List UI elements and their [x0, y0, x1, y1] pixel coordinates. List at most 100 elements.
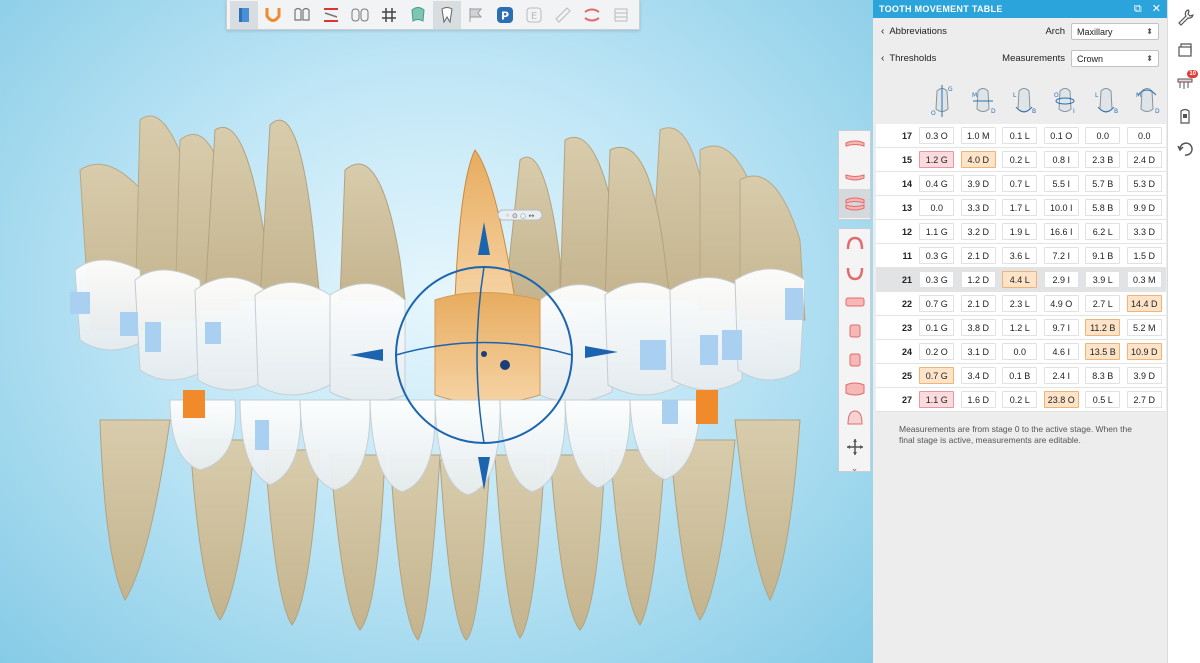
movement-cell[interactable]: 3.1 D [960, 343, 996, 360]
movement-cell[interactable]: 0.3 G [919, 271, 955, 288]
movement-cell[interactable]: 1.2 G [919, 151, 955, 168]
movement-cell[interactable]: 0.2 O [919, 343, 955, 360]
movement-cell[interactable]: 2.7 L [1085, 295, 1121, 312]
table-row[interactable]: 17 0.3 O 1.0 M 0.1 L 0.1 O 0.0 0.0 [876, 124, 1166, 148]
book-icon[interactable] [230, 0, 258, 29]
3d-viewport[interactable]: ◦ ⊙ ◌ ↔ [0, 0, 873, 663]
left-view-icon[interactable] [839, 345, 870, 374]
front-view-icon[interactable] [839, 287, 870, 316]
movement-cell[interactable]: 13.5 B [1085, 343, 1121, 360]
movement-cell[interactable]: 0.7 G [919, 367, 955, 384]
movement-cell[interactable]: 1.1 G [919, 223, 955, 240]
movement-cell[interactable]: 6.2 L [1085, 223, 1121, 240]
movement-cell[interactable]: 3.3 D [1126, 223, 1162, 240]
layers-icon[interactable] [1168, 33, 1200, 66]
table-row[interactable]: 12 1.1 G 3.2 D 1.9 L 16.6 I 6.2 L 3.3 D [876, 220, 1166, 244]
movement-cell[interactable]: 5.3 D [1126, 175, 1162, 192]
ruler-icon[interactable] [549, 1, 577, 29]
movement-cell[interactable]: 1.9 L [1002, 223, 1038, 240]
p-icon[interactable]: P [491, 1, 519, 29]
movement-cell[interactable]: 5.7 B [1085, 175, 1121, 192]
grid-icon[interactable] [375, 1, 403, 29]
e-icon[interactable]: E [520, 1, 548, 29]
movement-cell[interactable]: 0.3 G [919, 247, 955, 264]
table-row[interactable]: 24 0.2 O 3.1 D 0.0 4.6 I 13.5 B 10.9 D [876, 340, 1166, 364]
movement-cell[interactable]: 16.6 I [1043, 223, 1079, 240]
movement-cell[interactable]: 8.3 B [1085, 367, 1121, 384]
right-view-icon[interactable] [839, 316, 870, 345]
movement-cell[interactable]: 4.6 I [1043, 343, 1079, 360]
movement-cell[interactable]: 10.9 D [1126, 343, 1162, 360]
bite-split-icon[interactable] [317, 1, 345, 29]
movement-cell[interactable]: 0.2 L [1002, 391, 1038, 408]
thresholds-link[interactable]: Thresholds [889, 53, 1002, 64]
movement-cell[interactable]: 1.5 D [1126, 247, 1162, 264]
movement-cell[interactable]: 5.8 B [1085, 199, 1121, 216]
tooth-overlay-icon[interactable] [404, 1, 432, 29]
movement-cell[interactable]: 0.0 [1002, 343, 1038, 360]
movement-cell[interactable]: 3.8 D [960, 319, 996, 336]
movement-cell[interactable]: 3.3 D [960, 199, 996, 216]
lower-arch-view-icon[interactable] [839, 160, 870, 189]
movement-cell[interactable]: 0.5 L [1085, 391, 1121, 408]
movement-cell[interactable]: 3.9 D [1126, 367, 1162, 384]
arch-select[interactable]: Maxillary ⬍ [1071, 23, 1159, 40]
movement-cell[interactable]: 0.8 I [1043, 151, 1079, 168]
table-row[interactable]: 22 0.7 G 2.1 D 2.3 L 4.9 O 2.7 L 14.4 D [876, 292, 1166, 316]
movement-cell[interactable]: 5.5 I [1043, 175, 1079, 192]
flag-icon[interactable] [462, 1, 490, 29]
chevron-left-icon[interactable]: ‹ [881, 26, 884, 37]
movement-cell[interactable]: 3.9 L [1085, 271, 1121, 288]
movement-cell[interactable]: 1.2 L [1002, 319, 1038, 336]
measurements-select[interactable]: Crown ⬍ [1071, 50, 1159, 67]
back-view-icon[interactable] [839, 374, 870, 403]
occlusal-upper-view-icon[interactable] [839, 229, 870, 258]
wrench-icon[interactable] [1168, 0, 1200, 33]
movement-cell[interactable]: 0.0 [919, 199, 955, 216]
movement-cell[interactable]: 1.0 M [960, 127, 996, 144]
movement-cell[interactable]: 0.7 L [1002, 175, 1038, 192]
table-row[interactable]: 23 0.1 G 3.8 D 1.2 L 9.7 I 11.2 B 5.2 M [876, 316, 1166, 340]
stack-icon[interactable] [607, 1, 635, 29]
chevron-down-icon[interactable]: ⌄ [839, 461, 870, 475]
movement-cell[interactable]: 2.4 D [1126, 151, 1162, 168]
movement-cell[interactable]: 7.2 I [1043, 247, 1079, 264]
table-row[interactable]: 15 1.2 G 4.0 D 0.2 L 0.8 I 2.3 B 2.4 D [876, 148, 1166, 172]
movement-cell[interactable]: 0.1 L [1002, 127, 1038, 144]
movement-cell[interactable]: 1.7 L [1002, 199, 1038, 216]
table-row[interactable]: 21 0.3 G 1.2 D 4.4 L 2.9 I 3.9 L 0.3 M [876, 268, 1166, 292]
table-row[interactable]: 27 1.1 G 1.6 D 0.2 L 23.8 O 0.5 L 2.7 D [876, 388, 1166, 412]
abbreviations-link[interactable]: Abbreviations [889, 26, 1045, 37]
movement-cell[interactable]: 11.2 B [1085, 319, 1121, 336]
both-arches-view-icon[interactable] [839, 189, 870, 218]
movement-cell[interactable]: 0.1 O [1043, 127, 1079, 144]
movement-cell[interactable]: 3.2 D [960, 223, 996, 240]
movement-cell[interactable]: 9.7 I [1043, 319, 1079, 336]
movement-cell[interactable]: 0.3 O [919, 127, 955, 144]
table-row[interactable]: 25 0.7 G 3.4 D 0.1 B 2.4 I 8.3 B 3.9 D [876, 364, 1166, 388]
teeth-pair-icon[interactable] [288, 1, 316, 29]
occlusal-lower-view-icon[interactable] [839, 258, 870, 287]
movement-cell[interactable]: 9.1 B [1085, 247, 1121, 264]
palate-view-icon[interactable] [839, 403, 870, 432]
movement-cell[interactable]: 0.3 M [1126, 271, 1162, 288]
movement-cell[interactable]: 4.4 L [1002, 271, 1038, 288]
attachment-icon[interactable] [1168, 99, 1200, 132]
movement-cell[interactable]: 0.7 G [919, 295, 955, 312]
movement-cell[interactable]: 3.4 D [960, 367, 996, 384]
rotate-view-icon[interactable] [839, 432, 870, 461]
movement-cell[interactable]: 0.1 G [919, 319, 955, 336]
movement-cell[interactable]: 14.4 D [1126, 295, 1162, 312]
movement-cell[interactable]: 2.3 L [1002, 295, 1038, 312]
movement-cell[interactable]: 2.1 D [960, 295, 996, 312]
movement-cell[interactable]: 2.3 B [1085, 151, 1121, 168]
active-tooth-crown[interactable] [434, 292, 541, 404]
table-row[interactable]: 11 0.3 G 2.1 D 3.6 L 7.2 I 9.1 B 1.5 D [876, 244, 1166, 268]
movement-cell[interactable]: 10.0 I [1043, 199, 1079, 216]
movement-cell[interactable]: 23.8 O [1043, 391, 1079, 408]
movement-cell[interactable]: 0.4 G [919, 175, 955, 192]
movement-cell[interactable]: 5.2 M [1126, 319, 1162, 336]
movement-cell[interactable]: 0.0 [1085, 127, 1121, 144]
movement-cell[interactable]: 4.0 D [960, 151, 996, 168]
movement-cell[interactable]: 2.1 D [960, 247, 996, 264]
